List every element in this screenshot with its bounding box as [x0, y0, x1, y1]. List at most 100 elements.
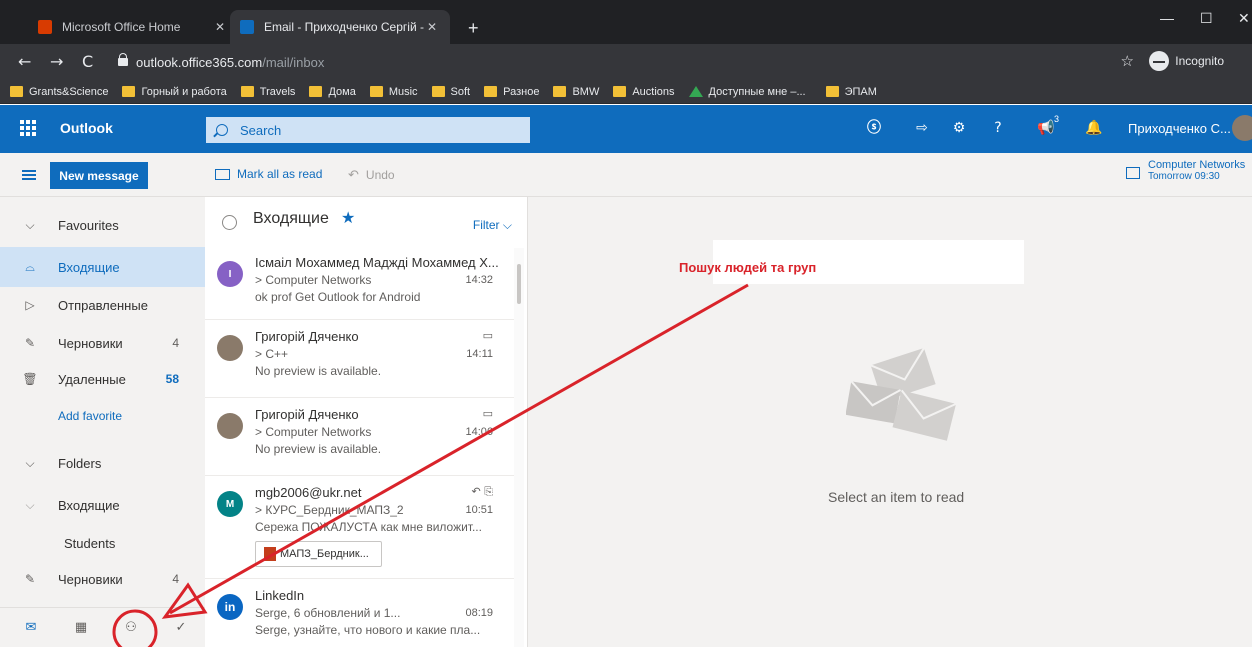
upcoming-event[interactable]: Computer Networks Tomorrow 09:30 [1126, 159, 1245, 182]
tasks-check-icon[interactable]: ✓ [172, 620, 190, 636]
bookmark-item[interactable]: Разное [484, 86, 539, 98]
forward-icon[interactable]: → [50, 52, 63, 71]
back-icon[interactable]: ← [18, 52, 31, 71]
send-icon: ▷ [25, 298, 35, 312]
settings-gear-icon[interactable]: ⚙ [949, 118, 969, 138]
calendar-icon: ▭ [482, 407, 493, 420]
close-tab-icon[interactable]: ✕ [424, 20, 440, 34]
bookmark-label: Soft [450, 85, 471, 98]
whats-new-megaphone-icon[interactable]: 📢 [1036, 118, 1056, 138]
bookmark-label: Music [388, 85, 418, 98]
bookmark-item[interactable]: Music [369, 85, 418, 98]
pencil-icon: ✎ [24, 572, 36, 586]
minimize-icon[interactable]: — [1160, 10, 1174, 26]
message-item[interactable]: Григорій Дяченко ▭ > Computer Networks 1… [205, 399, 519, 476]
bookmark-item[interactable]: BMW [553, 86, 599, 98]
nav-item-deleted[interactable]: 🗑 Удаленные 58 [0, 359, 205, 399]
menu-hamburger-icon[interactable] [22, 170, 36, 180]
mark-all-read-button[interactable]: Mark all as read [215, 167, 322, 181]
mail-icon[interactable]: ✉ [22, 620, 40, 636]
tab-title: Microsoft Office Home [62, 20, 181, 34]
favorite-star-icon[interactable]: ★ [341, 208, 355, 227]
office-favicon-icon [38, 20, 52, 34]
reading-pane: Пошук людей та груп Select an item to re… [528, 197, 1252, 647]
undo-button[interactable]: ↶ Undo [348, 167, 395, 183]
nav-item-label: Отправленные [58, 297, 148, 313]
search-box[interactable] [206, 117, 530, 143]
bookmark-item[interactable]: Grants&Science [10, 86, 108, 98]
folder-icon [825, 86, 839, 97]
folders-header[interactable]: ⌵ Folders [0, 443, 205, 483]
folders-label: Folders [58, 455, 102, 471]
message-time: 14:32 [465, 274, 493, 286]
message-list-scrollbar[interactable] [514, 248, 524, 647]
bookmark-label: Grants&Science [29, 85, 109, 98]
add-favorite-link[interactable]: Add favorite [0, 396, 205, 436]
skype-icon[interactable]: ⓢ [864, 118, 884, 138]
app-name[interactable]: Outlook [60, 120, 113, 136]
url-field[interactable]: outlook.office365.com/mail/inbox [118, 50, 1238, 74]
empty-state-text: Select an item to read [828, 489, 965, 505]
search-input[interactable] [240, 122, 520, 138]
bookmark-item[interactable]: Горный и работа [122, 85, 227, 98]
bookmark-star-icon[interactable]: ☆ [1121, 52, 1134, 70]
attachment-chip[interactable]: МАПЗ_Бердник... [255, 541, 382, 567]
folder-item-students[interactable]: Students [0, 523, 205, 563]
tab-title: Email - Приходченко Сергій - О [264, 20, 424, 34]
avatar: M [217, 491, 243, 517]
bookmark-label: BMW [572, 85, 600, 98]
app-launcher-icon[interactable] [20, 120, 36, 136]
bookmark-label: Auctions [632, 85, 675, 98]
bookmark-item[interactable]: Дома [309, 86, 356, 98]
select-all-checkbox[interactable] [222, 215, 237, 230]
new-tab-button[interactable]: + [468, 18, 479, 39]
filter-button[interactable]: Filter ⌵ [473, 218, 512, 233]
maximize-icon[interactable]: ☐ [1200, 10, 1213, 27]
bookmark-label: Горный и работа [141, 85, 227, 98]
folder-item-label: Students [64, 535, 116, 551]
incognito-indicator[interactable]: Incognito [1149, 51, 1224, 71]
calendar-icon[interactable]: ▦ [72, 620, 90, 636]
filter-label: Filter [472, 218, 500, 232]
help-icon[interactable]: ? [988, 118, 1008, 138]
tab-office-home[interactable]: Microsoft Office Home ✕ [28, 10, 238, 44]
scrollbar-thumb[interactable] [517, 264, 521, 304]
message-preview: No preview is available. [255, 364, 382, 378]
undo-icon: ↶ [348, 167, 359, 182]
mark-all-read-label: Mark all as read [237, 167, 323, 181]
folder-title: Входящие [253, 210, 329, 227]
message-subject: > C++ [255, 347, 289, 361]
message-item[interactable]: I Ісмаіл Мохаммед Маджді Мохаммед Х... >… [205, 247, 519, 320]
user-avatar[interactable] [1232, 115, 1252, 141]
folder-item-drafts[interactable]: ✎ Черновики 4 [0, 559, 205, 599]
linkedin-icon: in [217, 594, 243, 620]
message-item[interactable]: Григорій Дяченко ▭ > C++ 14:11 No previe… [205, 321, 519, 398]
favourites-header[interactable]: ⌵ Favourites [0, 205, 205, 245]
deleted-count: 58 [165, 372, 179, 386]
calendar-icon [1126, 167, 1140, 179]
my-day-icon[interactable]: ⇨ [912, 118, 932, 138]
bookmark-item[interactable]: Travels [240, 86, 295, 98]
outlook-header: Outlook ⓢ ⇨ ⚙ ? 📢 3 🔔 Приходченко С... [0, 105, 1252, 153]
folder-item-inbox[interactable]: ⌵ Входящие [0, 485, 205, 525]
bookmark-item[interactable]: Soft [431, 85, 471, 98]
people-icon[interactable]: ⚇ [122, 620, 140, 636]
bookmark-item[interactable]: Auctions [613, 85, 675, 98]
close-window-icon[interactable]: ✕ [1238, 10, 1250, 27]
bookmark-item[interactable]: ЭПАМ [825, 86, 877, 98]
reload-icon[interactable]: C [82, 52, 93, 71]
tab-email[interactable]: Email - Приходченко Сергій - О ✕ [230, 10, 450, 44]
nav-item-drafts[interactable]: ✎ Черновики 4 [0, 323, 205, 363]
nav-item-inbox[interactable]: ⌓ Входящие [0, 247, 205, 287]
bookmark-item[interactable]: Доступные мне –... [688, 86, 806, 98]
new-message-button[interactable]: New message [50, 162, 148, 189]
notification-bell-icon[interactable]: 🔔 [1084, 118, 1104, 138]
nav-item-sent[interactable]: ▷ Отправленные [0, 285, 205, 325]
avatar [217, 413, 243, 439]
message-item[interactable]: in LinkedIn Serge, 6 обновлений и 1... 0… [205, 580, 519, 647]
user-name[interactable]: Приходченко С... [1128, 121, 1231, 136]
close-tab-icon[interactable]: ✕ [212, 20, 228, 34]
message-item[interactable]: M mgb2006@ukr.net ↶ ⎘ > КУРС_Бердник_МАП… [205, 477, 519, 579]
google-drive-icon [688, 86, 703, 97]
incognito-label: Incognito [1175, 54, 1224, 68]
